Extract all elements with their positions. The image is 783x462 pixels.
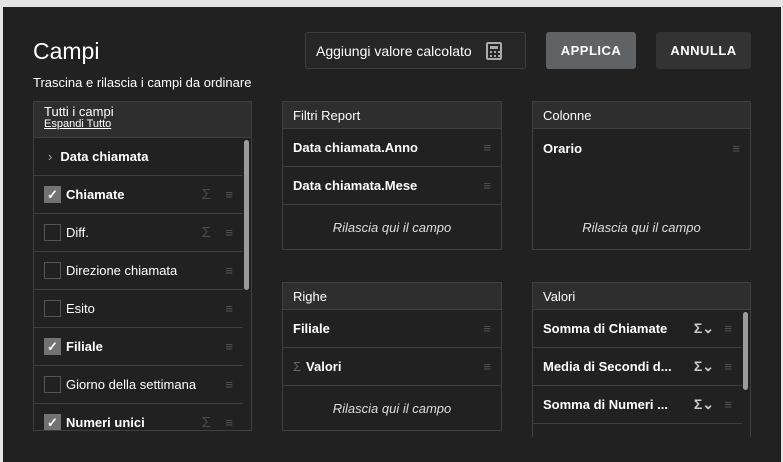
checkbox[interactable]: ✓ [44, 338, 61, 355]
field-label: Valori [306, 359, 342, 374]
values-header: Valori [533, 283, 750, 310]
sigma-icon: Σ [293, 359, 302, 374]
field-label: Esito [66, 301, 95, 316]
field-label: Chiamate [66, 187, 125, 202]
field-label: Data chiamata.Anno [293, 140, 418, 155]
field-item[interactable]: Diff. Σ ≡ [34, 214, 243, 252]
field-label: Diff. [66, 225, 89, 240]
fields-dialog: Campi Trascina e rilascia i campi da ord… [3, 7, 781, 462]
field-item[interactable]: › Data chiamata [34, 138, 243, 176]
report-filters-panel: Filtri Report Data chiamata.Anno ≡ Data c… [282, 101, 502, 250]
field-label: Media di Secondi d... [543, 359, 672, 374]
field-label: Data chiamata [60, 149, 149, 164]
add-calculated-value-button[interactable]: Aggiungi valore calcolato [305, 32, 526, 69]
apply-button[interactable]: APPLICA [546, 32, 636, 69]
drag-handle-icon[interactable]: ≡ [483, 359, 491, 374]
aggregate-dropdown-icon[interactable]: Σ⌄ [694, 320, 714, 337]
drop-zone[interactable]: Rilascia qui il campo [283, 205, 501, 249]
filters-header: Filtri Report [283, 102, 501, 129]
field-item[interactable]: ✓ Numeri unici Σ ≡ [34, 404, 243, 431]
drop-zone[interactable]: Rilascia qui il campo [283, 386, 501, 430]
value-item[interactable]: Media di Secondi d... Σ⌄ ≡ [533, 348, 742, 386]
scrollbar[interactable] [244, 140, 249, 290]
dialog-title: Campi [33, 38, 100, 64]
field-label: Somma di Numeri ... [543, 397, 668, 412]
rows-panel: Righe Filiale ≡ Σ Valori ≡ Rilascia qui il … [282, 282, 502, 431]
checkbox[interactable]: ✓ [44, 186, 61, 203]
calc-label: Aggiungi valore calcolato [316, 42, 472, 59]
drag-handle-icon[interactable]: ≡ [724, 359, 732, 374]
checkbox[interactable]: ✓ [44, 414, 61, 430]
columns-header: Colonne [533, 102, 750, 129]
field-label: Somma di Chiamate [543, 321, 668, 336]
checkbox[interactable] [44, 300, 61, 317]
drag-handle-icon[interactable]: ≡ [225, 225, 233, 240]
drag-handle-icon[interactable]: ≡ [724, 321, 732, 336]
sigma-icon: Σ [201, 186, 211, 203]
aggregate-dropdown-icon[interactable]: Σ⌄ [694, 396, 714, 413]
checkbox[interactable] [44, 262, 61, 279]
field-label: Giorno della settimana [66, 377, 197, 392]
rows-header: Righe [283, 283, 501, 310]
cancel-button[interactable]: ANNULLA [656, 32, 751, 69]
expand-all-link[interactable]: Espandi Tutto [44, 118, 241, 131]
field-item[interactable]: Direzione chiamata ≡ [34, 252, 243, 290]
drag-handle-icon[interactable]: ≡ [732, 141, 740, 156]
field-item[interactable]: ✓ Chiamate Σ ≡ [34, 176, 243, 214]
field-label: Filiale [66, 339, 103, 354]
field-label: Data chiamata.Mese [293, 178, 418, 193]
drag-handle-icon[interactable]: ≡ [225, 377, 233, 392]
drag-handle-icon[interactable]: ≡ [724, 397, 732, 412]
drag-handle-icon[interactable]: ≡ [483, 321, 491, 336]
aggregate-dropdown-icon[interactable]: Σ⌄ [694, 358, 714, 375]
column-item[interactable]: Orario ≡ [533, 129, 750, 167]
all-fields-panel: Tutti i campi Espandi Tutto › Data chiama… [33, 101, 252, 431]
row-item[interactable]: Σ Valori ≡ [283, 348, 501, 386]
drop-zone[interactable]: Rilascia qui il campo [533, 167, 750, 249]
columns-panel: Colonne Orario ≡ Rilascia qui il campo [532, 101, 751, 250]
chevron-right-icon[interactable]: › [48, 149, 52, 164]
drag-handle-icon[interactable]: ≡ [225, 301, 233, 316]
checkbox[interactable] [44, 376, 61, 393]
values-panel: Valori Somma di Chiamate Σ⌄ ≡ Media di Seco… [532, 282, 751, 437]
drag-handle-icon[interactable]: ≡ [225, 263, 233, 278]
drag-handle-icon[interactable]: ≡ [483, 178, 491, 193]
filter-item[interactable]: Data chiamata.Anno ≡ [283, 129, 501, 167]
dialog-subtitle: Trascina e rilascia i campi da ordinare [33, 75, 252, 90]
drag-handle-icon[interactable]: ≡ [483, 140, 491, 155]
calculator-icon [485, 41, 502, 60]
field-label: Filiale [293, 321, 330, 336]
scrollbar[interactable] [743, 312, 748, 390]
sigma-icon: Σ [201, 224, 211, 241]
filter-item[interactable]: Data chiamata.Mese ≡ [283, 167, 501, 205]
field-item[interactable]: Giorno della settimana ≡ [34, 366, 243, 404]
row-item[interactable]: Filiale ≡ [283, 310, 501, 348]
field-item[interactable]: ✓ Filiale ≡ [34, 328, 243, 366]
value-item[interactable]: Somma di Chiamate Σ⌄ ≡ [533, 310, 742, 348]
sigma-icon: Σ [201, 414, 211, 431]
drag-handle-icon[interactable]: ≡ [225, 339, 233, 354]
drag-handle-icon[interactable]: ≡ [225, 415, 233, 430]
field-label: Orario [543, 140, 583, 156]
all-fields-header: Tutti i campi Espandi Tutto [34, 102, 251, 138]
field-label: Direzione chiamata [66, 263, 178, 278]
field-label: Numeri unici [66, 415, 145, 430]
checkbox[interactable] [44, 224, 61, 241]
value-item[interactable]: Somma di Numeri ... Σ⌄ ≡ [533, 386, 742, 424]
drag-handle-icon[interactable]: ≡ [225, 187, 233, 202]
all-fields-title: Tutti i campi [44, 104, 114, 119]
field-item[interactable]: Esito ≡ [34, 290, 243, 328]
